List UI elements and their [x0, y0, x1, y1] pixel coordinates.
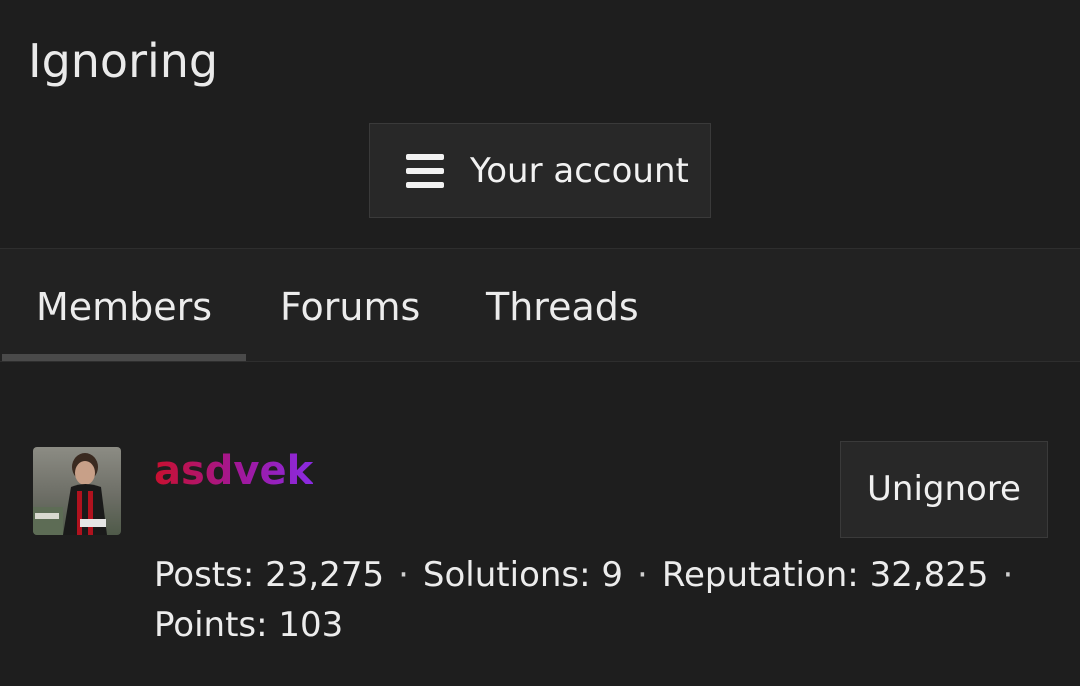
page-title: Ignoring [28, 34, 219, 88]
points-label: Points: [154, 605, 268, 645]
reputation-label: Reputation: [661, 555, 859, 595]
hamburger-menu-icon [406, 154, 444, 188]
ignore-tabs: Members Forums Threads [0, 248, 1080, 362]
solutions-value: 9 [601, 555, 624, 595]
tab-threads[interactable]: Threads [486, 279, 639, 335]
tab-members[interactable]: Members [36, 279, 212, 335]
reputation-value: 32,825 [869, 555, 989, 595]
solutions-label: Solutions: [422, 555, 591, 595]
member-stats: Posts: 23,275 · Solutions: 9 · Reputation: 3… [154, 550, 1034, 650]
ignoring-page: Ignoring Your account Members Forums Thr… [0, 0, 1080, 686]
points-value: 103 [278, 605, 344, 645]
posts-value: 23,275 [265, 555, 385, 595]
avatar[interactable] [33, 447, 121, 535]
your-account-label: Your account [470, 151, 689, 191]
unignore-button[interactable]: Unignore [840, 441, 1048, 538]
your-account-button[interactable]: Your account [369, 123, 711, 218]
tab-forums[interactable]: Forums [280, 279, 420, 335]
stats-separator: · [1002, 555, 1014, 595]
stats-separator: · [637, 555, 648, 595]
member-username[interactable]: asdvek [154, 444, 313, 498]
stats-separator: · [398, 555, 409, 595]
active-tab-indicator [2, 354, 246, 361]
posts-label: Posts: [154, 555, 255, 595]
